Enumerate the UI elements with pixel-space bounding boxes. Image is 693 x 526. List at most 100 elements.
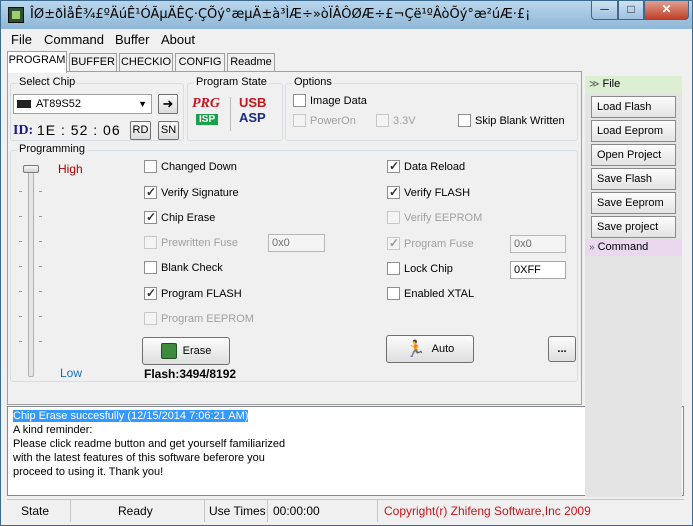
program-state-label: Program State [194, 76, 269, 88]
skip-blank-checkbox[interactable]: Skip Blank Written [458, 114, 565, 127]
chip-id-value: 1E : 52 : 06 [37, 122, 121, 138]
log-line: Chip Erase succesfully (12/15/2014 7:06:… [13, 410, 249, 422]
slider-tick [39, 266, 42, 267]
slider-tick [39, 241, 42, 242]
changed-down-checkbox[interactable]: Changed Down [144, 160, 237, 173]
arrow-right-button[interactable]: ➜ [158, 94, 178, 114]
high-label: High [58, 162, 83, 176]
select-chip-label: Select Chip [17, 76, 78, 88]
program-fuse-field[interactable]: 0x0 [510, 235, 566, 253]
program-fuse-checkbox[interactable]: Program Fuse [387, 236, 474, 250]
usb-asp-logo: USB ASP [239, 95, 267, 126]
erase-button[interactable]: Erase [142, 337, 230, 365]
close-button[interactable]: ✕ [644, 1, 689, 20]
tab-buffer[interactable]: BUFFER [69, 53, 117, 72]
app-icon [8, 7, 24, 23]
slider-tick [39, 191, 42, 192]
tab-config[interactable]: CONFIG [175, 53, 225, 72]
menu-bar: File Command Buffer About [1, 29, 692, 49]
chip-erase-checkbox[interactable]: Chip Erase [144, 210, 215, 224]
chevron-double-right-icon: » [589, 242, 595, 253]
slider-tick [19, 266, 22, 267]
id-label: ID: [13, 123, 34, 138]
options-group: Options [285, 76, 578, 141]
more-button[interactable]: ... [548, 336, 576, 362]
tab-program[interactable]: PROGRAM [7, 51, 67, 73]
program-eeprom-checkbox[interactable]: Program EEPROM [144, 312, 254, 325]
chip-icon [17, 100, 31, 108]
app-window: ÎØ±ðÌåÊ¾£ºÄúÊ¹ÓÃµÄÊÇ·ÇÕý°æµÄ±à³ÌÆ÷»òÏÂÔØ… [0, 0, 693, 526]
menu-file[interactable]: File [11, 32, 32, 47]
slider-tick [19, 341, 22, 342]
speed-slider-thumb[interactable] [23, 165, 39, 173]
copyright-text: Copyright(r) Zhifeng Software,Inc 2009 [384, 504, 591, 518]
save-flash-button[interactable]: Save Flash [591, 168, 676, 190]
chip-select-value: AT89S52 [36, 98, 82, 110]
auto-button[interactable]: 🏃 Auto [386, 335, 474, 363]
chip-select[interactable]: AT89S52 ▼ [13, 94, 152, 114]
running-man-icon: 🏃 [405, 341, 426, 358]
status-bar: State Ready Use Times 00:00:00 Copyright… [7, 499, 684, 522]
slider-tick [39, 316, 42, 317]
flash-info: Flash:3494/8192 [144, 367, 237, 381]
maximize-button[interactable]: □ [618, 1, 644, 20]
file-section-header[interactable]: ≫ File [585, 76, 682, 93]
prewritten-fuse-field[interactable]: 0x0 [268, 234, 325, 252]
chevron-double-down-icon: ≫ [589, 79, 600, 90]
image-data-checkbox[interactable]: Image Data [293, 94, 367, 107]
rd-button[interactable]: RD [130, 121, 151, 140]
open-project-button[interactable]: Open Project [591, 144, 676, 166]
menu-buffer[interactable]: Buffer [115, 32, 149, 47]
verify-flash-checkbox[interactable]: Verify FLASH [387, 185, 470, 199]
title-bar[interactable]: ÎØ±ðÌåÊ¾£ºÄúÊ¹ÓÃµÄÊÇ·ÇÕý°æµÄ±à³ÌÆ÷»òÏÂÔØ… [1, 1, 692, 29]
command-section-header[interactable]: » Command [585, 239, 682, 256]
prg-isp-logo: PRG ISP [192, 96, 220, 125]
program-flash-checkbox[interactable]: Program FLASH [144, 286, 242, 300]
poweron-checkbox[interactable]: PowerOn [293, 114, 356, 127]
use-times-label: Use Times [205, 500, 268, 522]
use-times-value: 00:00:00 [268, 500, 378, 522]
log-output[interactable]: Chip Erase succesfully (12/15/2014 7:06:… [7, 406, 684, 496]
programming-label: Programming [17, 143, 88, 155]
menu-about[interactable]: About [161, 32, 195, 47]
v33-checkbox[interactable]: 3.3V [376, 114, 416, 127]
verify-eeprom-checkbox[interactable]: Verify EEPROM [387, 211, 482, 224]
lock-value-field[interactable]: 0XFF [510, 261, 566, 279]
verify-signature-checkbox[interactable]: Verify Signature [144, 185, 239, 199]
enabled-xtal-checkbox[interactable]: Enabled XTAL [387, 287, 474, 300]
load-eeprom-button[interactable]: Load Eeprom [591, 120, 676, 142]
log-line: Please click readme button and get yours… [13, 438, 286, 450]
sn-button[interactable]: SN [158, 121, 179, 140]
log-line: with the latest features of this softwar… [13, 452, 265, 464]
chevron-down-icon: ▼ [138, 99, 147, 109]
state-label: State [7, 500, 71, 522]
slider-tick [19, 241, 22, 242]
erase-icon [160, 343, 177, 359]
menu-command[interactable]: Command [44, 32, 104, 47]
logo-divider [230, 97, 231, 131]
slider-tick [19, 191, 22, 192]
programming-group: Programming [10, 143, 578, 382]
data-reload-checkbox[interactable]: Data Reload [387, 159, 465, 173]
log-line: A kind reminder: [13, 424, 93, 436]
slider-tick [39, 291, 42, 292]
slider-tick [19, 216, 22, 217]
slider-tick [39, 341, 42, 342]
state-value: Ready [71, 500, 205, 522]
lock-chip-checkbox[interactable]: Lock Chip [387, 262, 453, 275]
tab-checkio[interactable]: CHECKIO [119, 53, 173, 72]
load-flash-button[interactable]: Load Flash [591, 96, 676, 118]
save-project-button[interactable]: Save project [591, 216, 676, 238]
save-eeprom-button[interactable]: Save Eeprom [591, 192, 676, 214]
minimize-button[interactable]: ─ [591, 1, 618, 20]
options-label: Options [292, 76, 334, 88]
tab-readme[interactable]: Readme [227, 53, 275, 72]
prewritten-fuse-checkbox[interactable]: Prewritten Fuse [144, 236, 238, 249]
low-label: Low [60, 366, 83, 380]
log-line: proceed to using it. Thank you! [13, 466, 164, 478]
speed-slider-track[interactable] [28, 167, 34, 377]
blank-check-checkbox[interactable]: Blank Check [144, 261, 223, 274]
slider-tick [19, 291, 22, 292]
slider-tick [19, 316, 22, 317]
window-title: ÎØ±ðÌåÊ¾£ºÄúÊ¹ÓÃµÄÊÇ·ÇÕý°æµÄ±à³ÌÆ÷»òÏÂÔØ… [30, 7, 531, 22]
